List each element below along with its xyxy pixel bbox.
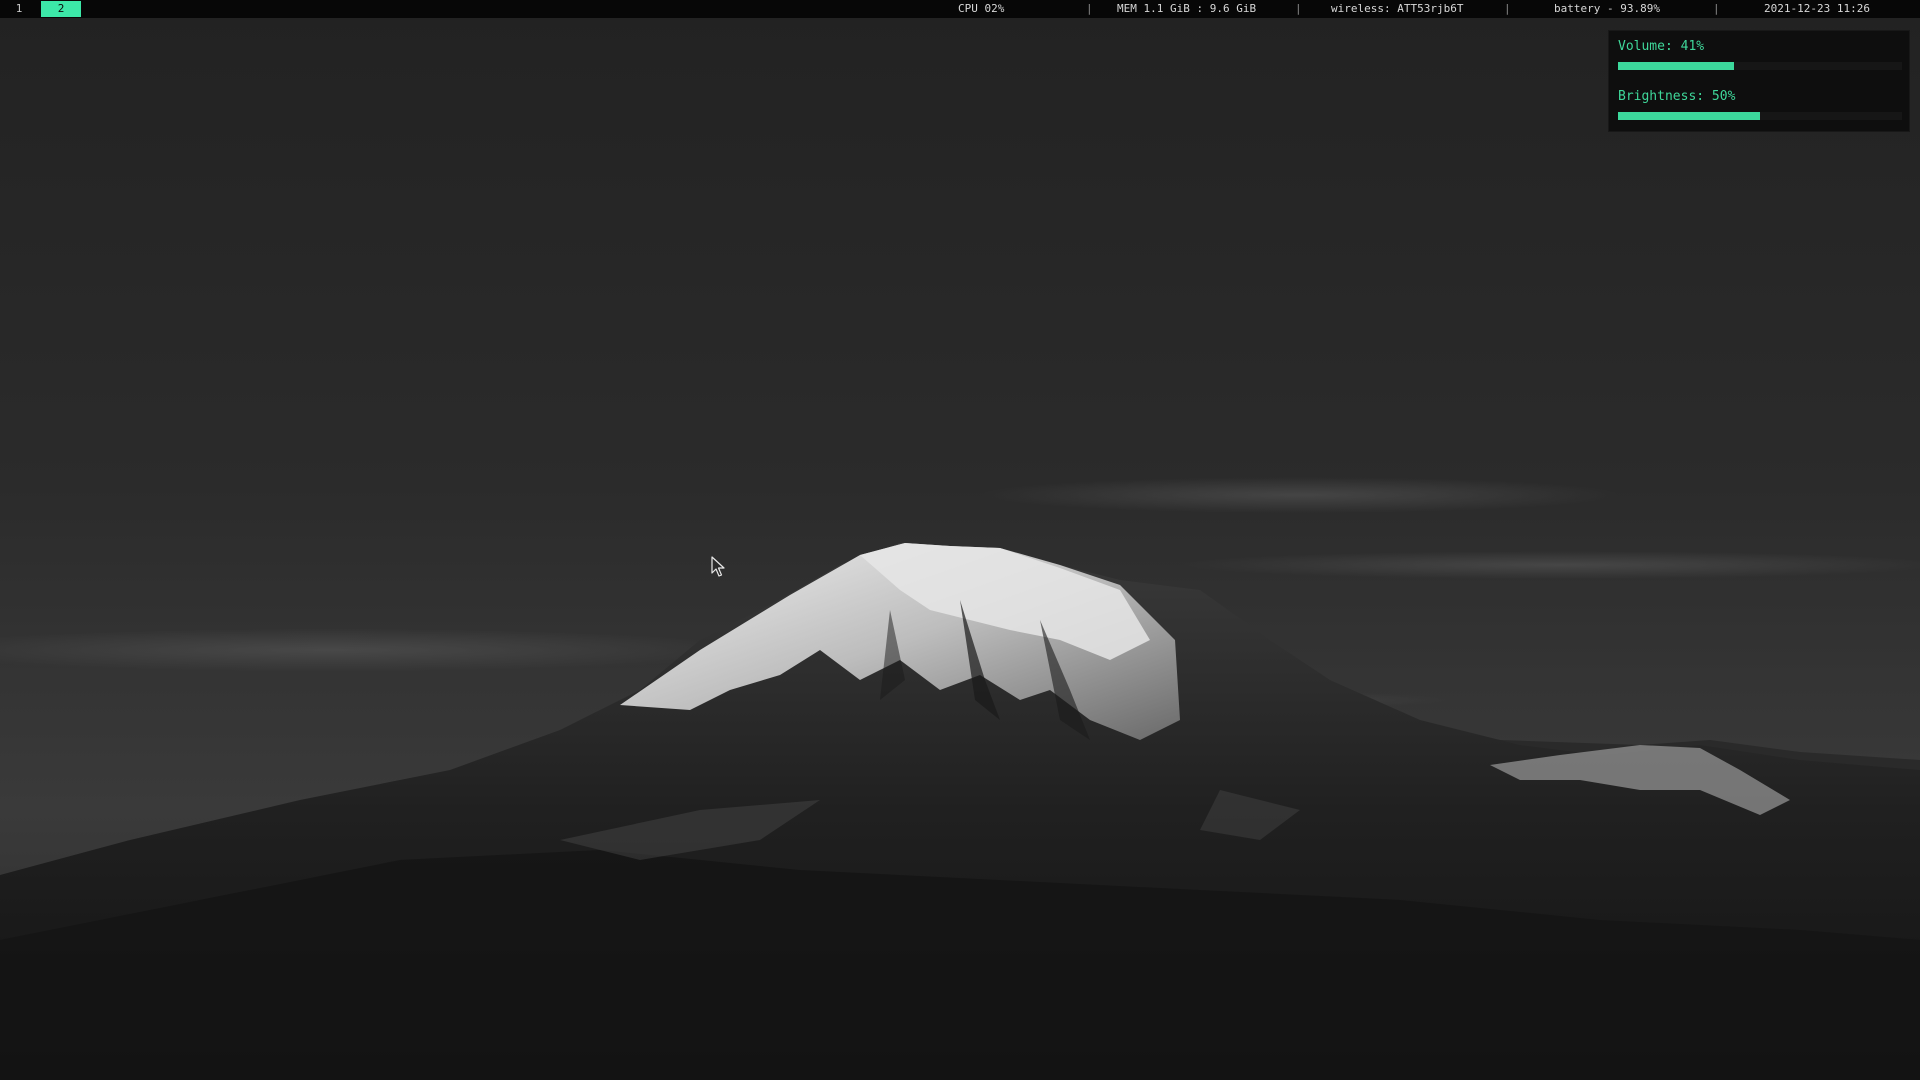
brightness-indicator: Brightness: 50% bbox=[1618, 89, 1902, 120]
status-bar: 1 2 CPU 02% | MEM 1.1 GiB : 9.6 GiB | wi… bbox=[0, 0, 1920, 18]
status-separator: | bbox=[1713, 2, 1720, 15]
workspace-2-button[interactable]: 2 bbox=[41, 1, 81, 17]
wireless-status: wireless: ATT53rjb6T bbox=[1331, 2, 1464, 15]
brightness-bar bbox=[1618, 112, 1902, 120]
desktop-wallpaper bbox=[0, 0, 1920, 1080]
volume-bar-fill bbox=[1618, 62, 1735, 70]
status-separator: | bbox=[1504, 2, 1511, 15]
osd-panel: Volume: 41% Brightness: 50% bbox=[1608, 30, 1910, 132]
desktop: 1 2 CPU 02% | MEM 1.1 GiB : 9.6 GiB | wi… bbox=[0, 0, 1920, 1080]
arrow-cursor-icon bbox=[711, 556, 725, 577]
clock: 2021-12-23 11:26 bbox=[1764, 2, 1870, 15]
volume-label: Volume: 41% bbox=[1618, 39, 1705, 54]
volume-bar bbox=[1618, 62, 1902, 70]
status-separator: | bbox=[1086, 2, 1093, 15]
workspace-1-button[interactable]: 1 bbox=[8, 1, 30, 17]
brightness-bar-fill bbox=[1618, 112, 1760, 120]
volume-indicator: Volume: 41% bbox=[1618, 39, 1902, 70]
brightness-label: Brightness: 50% bbox=[1618, 89, 1736, 104]
memory-status: MEM 1.1 GiB : 9.6 GiB bbox=[1117, 2, 1257, 15]
battery-status: battery - 93.89% bbox=[1554, 2, 1660, 15]
status-separator: | bbox=[1295, 2, 1302, 15]
cpu-status: CPU 02% bbox=[958, 2, 1005, 15]
